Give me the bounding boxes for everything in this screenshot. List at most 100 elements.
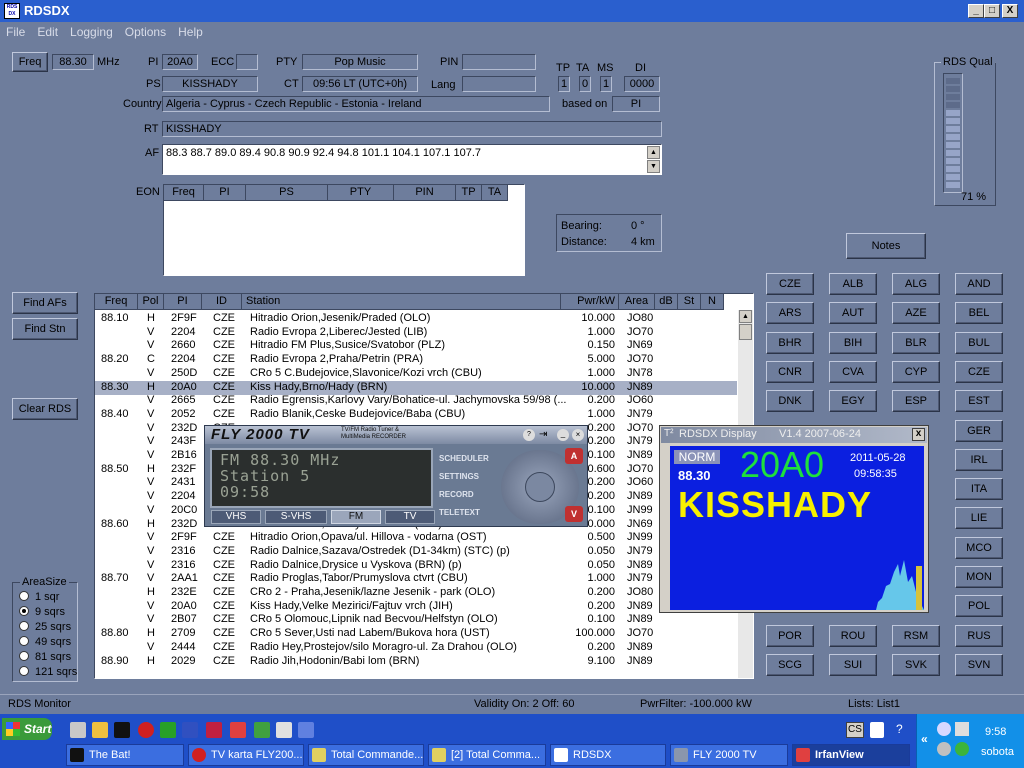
task-total-commander-1[interactable]: Total Commande...: [308, 744, 424, 766]
tray-monitor-icon[interactable]: [955, 722, 969, 736]
fly2000-close-icon[interactable]: ×: [572, 429, 584, 441]
af-scroll-up[interactable]: ▲: [647, 146, 660, 159]
menu-edit[interactable]: Edit: [31, 22, 64, 42]
fly2000-dpad-center[interactable]: [525, 472, 555, 502]
table-row[interactable]: V 2665 CZE Radio Egrensis,Karlovy Vary/Boha…: [95, 394, 737, 408]
col-db[interactable]: dB: [655, 294, 678, 310]
table-row[interactable]: V 20A0 CZE Kiss Hady,Velke Mezirici/Fajtuv …: [95, 600, 737, 614]
country-button-ars[interactable]: ARS: [766, 302, 814, 325]
col-area[interactable]: Area: [619, 294, 655, 310]
fly2000-titlebar[interactable]: FLY 2000 TV TV/FM Radio Tuner & MultiMed…: [205, 426, 587, 444]
scroll-up-arrow[interactable]: ▲: [739, 310, 752, 323]
country-button-cze[interactable]: CZE: [955, 360, 1003, 383]
table-row[interactable]: V 2444 CZE Radio Hey,Prostejov/silo Moragro…: [95, 641, 737, 655]
country-button-bhr[interactable]: BHR: [766, 331, 814, 354]
task-total-commander-2[interactable]: [2] Total Comma...: [428, 744, 546, 766]
fly2000-vhs-button[interactable]: VHS: [211, 510, 261, 524]
table-row[interactable]: 88.30 H 20A0 CZE Kiss Hady,Brno/Hady (BRN) 10…: [95, 380, 737, 395]
country-button-aze[interactable]: AZE: [892, 302, 940, 325]
notes-button[interactable]: Notes: [846, 233, 926, 259]
col-station[interactable]: Station: [242, 294, 561, 310]
rds-display-titlebar[interactable]: T² RDSDX Display V1.4 2007-06-24 x: [661, 427, 927, 443]
fly2000-svhs-button[interactable]: S-VHS: [265, 510, 327, 524]
language-indicator[interactable]: CS: [846, 722, 864, 738]
country-button-sui[interactable]: SUI: [829, 653, 877, 676]
maximize-button[interactable]: □: [984, 4, 1000, 18]
task-irfanview[interactable]: IrfanView: [792, 744, 910, 766]
table-row[interactable]: 88.20 C 2204 CZE Radio Evropa 2,Praha/Petrin…: [95, 353, 737, 367]
freq-button[interactable]: Freq: [12, 52, 48, 72]
task-fly2000[interactable]: FLY 2000 TV: [670, 744, 788, 766]
fly2000-teletext[interactable]: TELETEXT: [435, 504, 507, 522]
areasize-option[interactable]: 9 sqrs: [19, 606, 65, 620]
app-icon[interactable]: RDS DX: [4, 3, 20, 19]
eon-col-pty[interactable]: PTY: [328, 185, 394, 201]
tray-app-icon[interactable]: [870, 722, 884, 738]
country-button-esp[interactable]: ESP: [892, 390, 940, 413]
start-button[interactable]: Start: [2, 718, 52, 740]
country-button-rou[interactable]: ROU: [829, 624, 877, 647]
fly2000-channel-down[interactable]: V: [565, 506, 583, 522]
country-button-svn[interactable]: SVN: [955, 653, 1003, 676]
table-row[interactable]: V 2660 CZE Hitradio FM Plus,Susice/Svatobor…: [95, 339, 737, 353]
fly2000-fm-button[interactable]: FM: [331, 510, 381, 524]
quicklaunch-app-icon[interactable]: [206, 722, 222, 738]
quicklaunch-computer-icon[interactable]: [70, 722, 86, 738]
country-button-lie[interactable]: LIE: [955, 507, 1003, 530]
fly2000-minimize-icon[interactable]: _: [557, 429, 569, 441]
table-row[interactable]: 88.90 H 2029 CZE Radio Jih,Hodonin/Babi lom …: [95, 655, 737, 669]
af-scroll-down[interactable]: ▼: [647, 160, 660, 173]
eon-col-pin[interactable]: PIN: [394, 185, 456, 201]
country-button-egy[interactable]: EGY: [829, 390, 877, 413]
table-row[interactable]: V 2316 CZE Radio Dalnice,Sazava/Ostredek (D…: [95, 545, 737, 559]
quicklaunch-info-icon[interactable]: [276, 722, 292, 738]
fly2000-record[interactable]: RECORD: [435, 486, 507, 504]
quicklaunch-irfanview-icon[interactable]: [230, 722, 246, 738]
eon-col-pi[interactable]: PI: [204, 185, 246, 201]
country-button-cyp[interactable]: CYP: [892, 360, 940, 383]
country-button-rsm[interactable]: RSM: [892, 624, 940, 647]
country-button-cze[interactable]: CZE: [766, 273, 814, 295]
country-button-alg[interactable]: ALG: [892, 273, 940, 295]
country-button-and[interactable]: AND: [955, 273, 1003, 295]
country-button-mco[interactable]: MCO: [955, 536, 1003, 559]
country-button-ger[interactable]: GER: [955, 419, 1003, 442]
country-button-scg[interactable]: SCG: [766, 653, 814, 676]
task-the-bat[interactable]: The Bat!: [66, 744, 184, 766]
tray-security-icon[interactable]: [955, 742, 969, 756]
country-button-bel[interactable]: BEL: [955, 302, 1003, 325]
radio-button[interactable]: [19, 666, 29, 676]
country-button-irl[interactable]: IRL: [955, 448, 1003, 471]
task-rdsdx[interactable]: RDSDX: [550, 744, 666, 766]
minimize-button[interactable]: _: [968, 4, 984, 18]
table-row[interactable]: V 250D CZE CRo 5 C.Budejovice,Slavonice/Koz…: [95, 367, 737, 381]
areasize-option[interactable]: 81 sqrs: [19, 651, 71, 665]
close-button[interactable]: X: [1002, 4, 1018, 18]
country-button-cva[interactable]: CVA: [829, 360, 877, 383]
table-row[interactable]: 88.70 V 2AA1 CZE Radio Proglas,Tabor/Prumysl…: [95, 572, 737, 586]
country-button-dnk[interactable]: DNK: [766, 390, 814, 413]
fly2000-scheduler[interactable]: SCHEDULER: [435, 450, 507, 468]
fly2000-channel-up[interactable]: A: [565, 448, 583, 464]
country-button-bul[interactable]: BUL: [955, 331, 1003, 354]
quicklaunch-bat-icon[interactable]: [114, 722, 130, 738]
eon-list[interactable]: Freq PI PS PTY PIN TP TA: [163, 184, 525, 276]
quicklaunch-arrow-icon[interactable]: [160, 722, 176, 738]
menu-options[interactable]: Options: [119, 22, 172, 42]
country-button-bih[interactable]: BIH: [829, 331, 877, 354]
country-button-cnr[interactable]: CNR: [766, 360, 814, 383]
tray-expand-icon[interactable]: «: [921, 732, 928, 746]
areasize-option[interactable]: 1 sqr: [19, 591, 59, 605]
areasize-option[interactable]: 49 sqrs: [19, 636, 71, 650]
tray-network-icon[interactable]: [937, 722, 951, 736]
quicklaunch-folder-icon[interactable]: [92, 722, 108, 738]
scroll-thumb[interactable]: [739, 324, 752, 340]
table-row[interactable]: V 2204 CZE Radio Evropa 2,Liberec/Jested (L…: [95, 326, 737, 340]
eon-col-ps[interactable]: PS: [246, 185, 328, 201]
rds-display-window[interactable]: T² RDSDX Display V1.4 2007-06-24 x NORM …: [659, 425, 929, 613]
country-button-mon[interactable]: MON: [955, 566, 1003, 588]
tray-drive-icon[interactable]: [937, 742, 951, 756]
clock-time[interactable]: 9:58: [985, 726, 1006, 738]
areasize-option[interactable]: 25 sqrs: [19, 621, 71, 635]
af-textbox[interactable]: 88.3 88.7 89.0 89.4 90.8 90.9 92.4 94.8 …: [162, 144, 662, 175]
